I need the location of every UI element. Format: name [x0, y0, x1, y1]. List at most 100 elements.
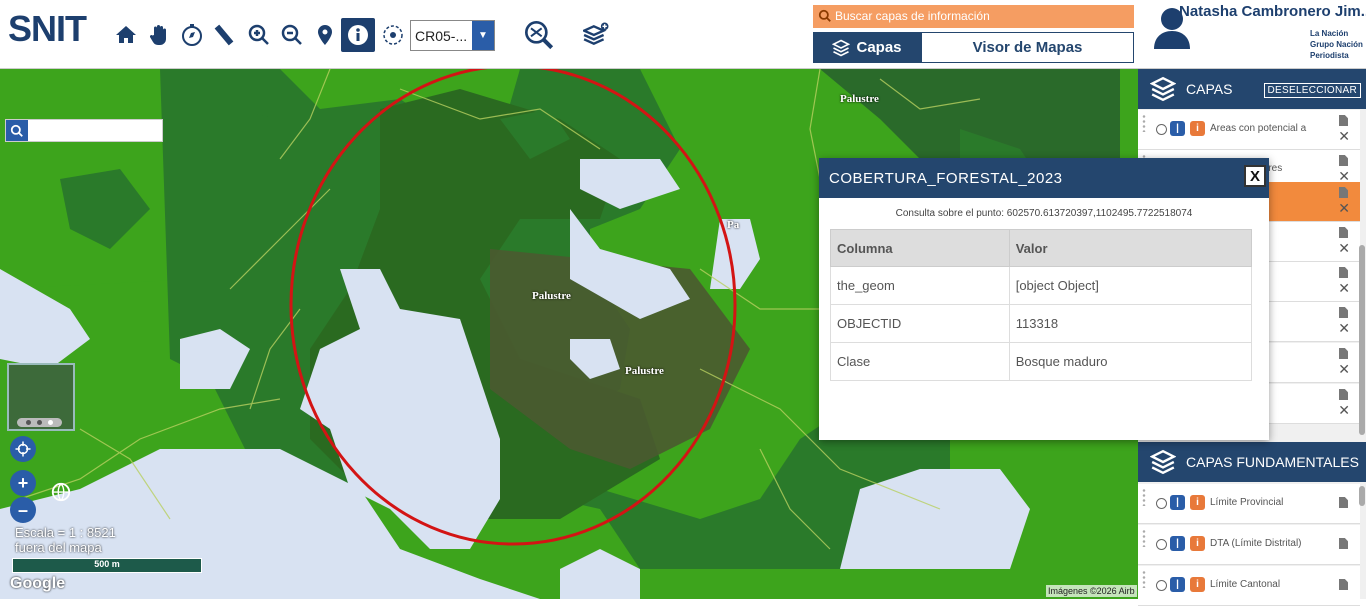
- layer-label: Áreas con potencial a: [1210, 123, 1307, 134]
- tab-visor-de-mapas[interactable]: Visor de Mapas: [921, 32, 1134, 63]
- close-button[interactable]: X: [1244, 165, 1266, 187]
- table-cell: 113318: [1008, 304, 1253, 343]
- close-icon[interactable]: ✕: [1338, 362, 1350, 376]
- user-name[interactable]: Natasha Cambronero Jim...: [1179, 3, 1366, 20]
- user-org-line: La Nación: [1310, 29, 1349, 38]
- tab-capas-label: Capas: [856, 39, 902, 56]
- document-icon[interactable]: [1339, 307, 1348, 318]
- minimap-pager[interactable]: [17, 418, 62, 427]
- query-point-text: Consulta sobre el punto: 602570.61372039…: [895, 208, 1193, 219]
- document-icon[interactable]: [1339, 579, 1348, 590]
- home-icon[interactable]: [112, 20, 140, 50]
- layer-label: Límite Provincial: [1210, 497, 1284, 508]
- table-cell: Bosque maduro: [1008, 342, 1253, 381]
- close-icon[interactable]: ✕: [1338, 281, 1350, 295]
- visibility-icon[interactable]: |: [1170, 121, 1185, 136]
- search-layers-input[interactable]: Buscar capas de información: [813, 5, 1134, 28]
- ruler-icon[interactable]: [210, 20, 238, 50]
- map-marker-icon[interactable]: [311, 20, 339, 50]
- compass-icon[interactable]: [178, 20, 206, 50]
- close-icon[interactable]: ✕: [1338, 403, 1350, 417]
- close-icon[interactable]: ✕: [1338, 169, 1350, 183]
- attribute-table: Columna Valor the_geom [object Object] O…: [830, 229, 1253, 381]
- close-icon[interactable]: ✕: [1338, 241, 1350, 255]
- zoom-in-button[interactable]: +: [10, 470, 36, 496]
- drag-handle-icon[interactable]: [1142, 570, 1146, 588]
- zoom-out-icon[interactable]: [278, 20, 306, 50]
- close-icon[interactable]: ✕: [1338, 321, 1350, 335]
- info-icon[interactable]: i: [1190, 536, 1205, 551]
- search-icon[interactable]: [6, 120, 28, 141]
- drag-handle-icon[interactable]: [1142, 114, 1146, 132]
- capas-title: CAPAS: [1186, 81, 1233, 97]
- table-cell: OBJECTID: [830, 304, 1010, 343]
- coordinate-system-select[interactable]: CR05-... ▼: [410, 20, 495, 51]
- info-icon[interactable]: i: [1190, 121, 1205, 136]
- close-icon[interactable]: ✕: [1338, 129, 1350, 143]
- column-header: Valor: [1008, 229, 1253, 267]
- fundamental-layer-item[interactable]: | i Límite Provincial: [1138, 484, 1360, 524]
- pan-hand-icon[interactable]: [145, 20, 173, 50]
- drag-handle-icon[interactable]: [1142, 488, 1146, 506]
- radio-button[interactable]: [1156, 124, 1167, 135]
- document-icon[interactable]: [1339, 348, 1348, 359]
- document-icon[interactable]: [1339, 155, 1348, 166]
- document-icon[interactable]: [1339, 538, 1348, 549]
- document-icon[interactable]: [1339, 497, 1348, 508]
- capas-fundamentales-title: CAPAS FUNDAMENTALES: [1186, 454, 1359, 470]
- combo-value: CR05-...: [415, 28, 468, 44]
- info-icon[interactable]: [341, 18, 375, 52]
- visibility-icon[interactable]: |: [1170, 536, 1185, 551]
- scrollbar[interactable]: [1359, 245, 1365, 435]
- layers-icon: [1150, 75, 1186, 103]
- search-layers-placeholder: Buscar capas de información: [835, 9, 990, 23]
- place-label: Palustre: [840, 93, 879, 105]
- document-icon[interactable]: [1339, 267, 1348, 278]
- table-row: OBJECTID 113318: [830, 304, 1253, 343]
- map-attribution: Imágenes ©2026 Airb: [1046, 585, 1137, 597]
- user-org-line: Grupo Nación: [1310, 40, 1363, 49]
- fundamental-layer-item[interactable]: | i DTA (Límite Distrital): [1138, 525, 1360, 565]
- add-layers-icon[interactable]: [581, 20, 611, 50]
- document-icon[interactable]: [1339, 227, 1348, 238]
- zoom-in-icon[interactable]: [245, 20, 273, 50]
- drag-handle-icon[interactable]: [1142, 529, 1146, 547]
- map-search-input[interactable]: [5, 119, 163, 142]
- chevron-down-icon[interactable]: ▼: [472, 21, 494, 50]
- scale-bar: 500 m: [12, 558, 202, 573]
- crosshair-locate-icon[interactable]: [10, 436, 36, 462]
- feature-info-popup: COBERTURA_FORESTAL_2023 X Consulta sobre…: [819, 158, 1269, 440]
- search-map-icon[interactable]: [522, 18, 556, 52]
- overview-minimap[interactable]: [7, 363, 75, 431]
- scale-subtext: fuera del mapa: [15, 540, 102, 555]
- zoom-out-button[interactable]: –: [10, 497, 36, 523]
- radio-button[interactable]: [1156, 498, 1167, 509]
- search-icon: [818, 9, 831, 22]
- fundamental-layer-item[interactable]: | i Límite Cantonal: [1138, 566, 1360, 606]
- table-cell: the_geom: [830, 266, 1010, 305]
- document-icon[interactable]: [1339, 389, 1348, 400]
- capas-header: CAPAS DESELECCIONAR: [1138, 69, 1366, 109]
- scrollbar[interactable]: [1359, 486, 1365, 506]
- radio-button[interactable]: [1156, 580, 1167, 591]
- capas-fundamentales-header: CAPAS FUNDAMENTALES: [1138, 442, 1366, 482]
- tab-capas[interactable]: Capas: [813, 32, 921, 63]
- info-icon[interactable]: i: [1190, 495, 1205, 510]
- globe-icon[interactable]: [48, 479, 74, 505]
- user-organization: La Nación Grupo Nación Periodista: [1310, 28, 1363, 61]
- snit-logo: SNIT: [8, 8, 87, 49]
- layer-item[interactable]: | i Áreas con potencial a ✕: [1138, 110, 1360, 150]
- visibility-icon[interactable]: |: [1170, 577, 1185, 592]
- table-cell: Clase: [830, 342, 1010, 381]
- layers-icon: [1150, 448, 1186, 476]
- place-label: Palustre: [625, 365, 664, 377]
- close-icon[interactable]: ✕: [1338, 201, 1350, 215]
- table-row: the_geom [object Object]: [830, 266, 1253, 305]
- deselect-button[interactable]: DESELECCIONAR: [1263, 83, 1361, 98]
- document-icon[interactable]: [1339, 187, 1348, 198]
- info-icon[interactable]: i: [1190, 577, 1205, 592]
- select-area-icon[interactable]: [379, 20, 407, 50]
- document-icon[interactable]: [1339, 115, 1348, 126]
- visibility-icon[interactable]: |: [1170, 495, 1185, 510]
- radio-button[interactable]: [1156, 539, 1167, 550]
